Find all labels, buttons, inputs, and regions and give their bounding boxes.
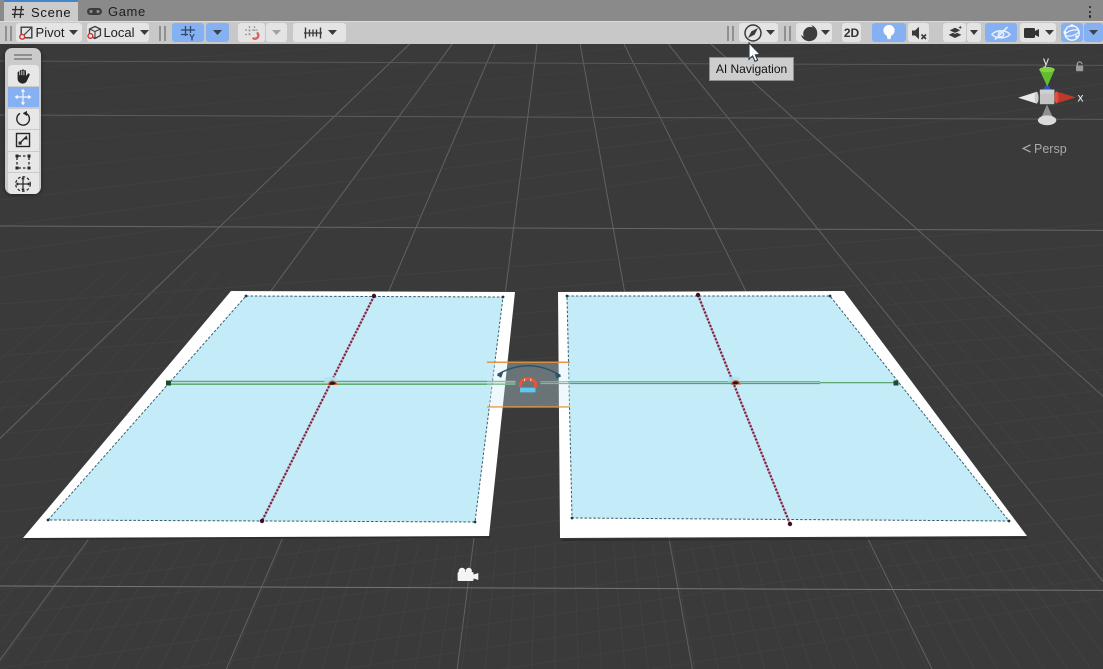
svg-text:y: y <box>1043 54 1049 68</box>
svg-text:x: x <box>1078 91 1084 105</box>
svg-text:Y: Y <box>189 32 195 41</box>
svg-text:Persp: Persp <box>1034 142 1067 156</box>
